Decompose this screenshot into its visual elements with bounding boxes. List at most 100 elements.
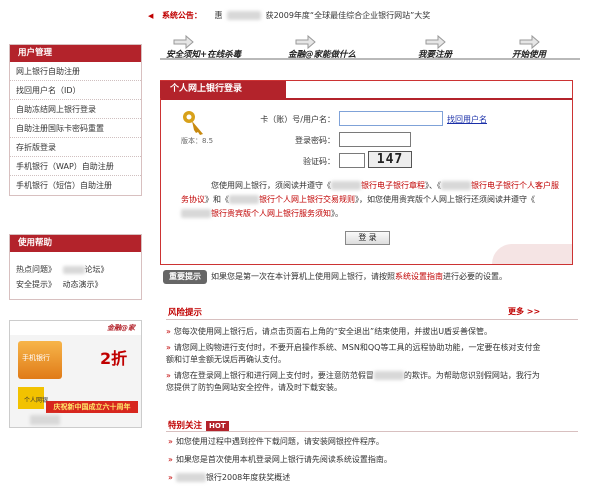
login-panel: 个人网上银行登录 版本：8.5 卡（账）号/用户名： 找回用户名 登录密码： 验… [160, 80, 573, 265]
step-what-can-do-label: 金融@家能做什么 [288, 50, 357, 60]
focus-text: 如您使用过程中遇到控件下载问题，请安装网银控件程序。 [175, 437, 384, 446]
help-row-1: 热点问题》 论坛》 [10, 262, 141, 277]
key-icon [183, 111, 203, 135]
risk-text: 请您网上购物进行支付时，不要开启操作系统、MSN和QQ等工具的远程协助功能，一定… [166, 343, 541, 364]
promo-anniversary-banner: 庆祝新中国成立六十周年 [46, 401, 138, 413]
notice-text-3: 》和《 [205, 195, 229, 204]
promo-banner[interactable]: 金融@家 手机银行 2折 个人网银 庆祝新中国成立六十周年 [9, 320, 142, 428]
important-text-after: 进行必要的设置。 [443, 272, 507, 281]
notice-text-4: 》，如您使用贵宾版个人网上银行还须阅读并遵守《 [355, 195, 535, 204]
card-number-input[interactable] [339, 111, 443, 126]
step-security[interactable]: 安全须知+在线杀毒 [166, 34, 242, 60]
important-prompt: 重要提示 如果您是第一次在本计算机上使用网上银行，请按照系统设置指南进行必要的设置… [163, 270, 583, 286]
password-input[interactable] [339, 132, 411, 147]
captcha-image[interactable]: 147 [368, 151, 412, 168]
setup-guide-link[interactable]: 系统设置指南 [395, 272, 443, 281]
announcement-label: 系统公告： [161, 11, 202, 20]
notice-text-1: 您使用网上银行，须阅读并遵守《 [211, 181, 331, 190]
more-link[interactable]: 更多 >> [508, 306, 540, 317]
login-title-bar [161, 98, 572, 100]
step-arrow-icon [295, 34, 316, 50]
user-management-title: 用户管理 [10, 45, 141, 62]
step-start[interactable]: 开始使用 [512, 34, 547, 60]
notice-link-rules[interactable]: 银行个人网上银行交易规则 [259, 195, 355, 204]
sidebar-item-freeze-login[interactable]: 自助冻结网上银行登录 [10, 100, 141, 119]
blurred-logo [30, 415, 60, 425]
user-management-panel: 用户管理 网上银行自助注册 找回用户名（ID） 自助冻结网上银行登录 自助注册国… [9, 44, 142, 196]
captcha-label: 验证码： [303, 157, 335, 166]
risk-text: 请您在登录网上银行和进行网上支付时，要注意防范假冒 [173, 371, 374, 380]
focus-title-row: 特别关注 HOT [168, 419, 229, 431]
blurred-bank-name [175, 473, 206, 482]
focus-text: 银行2008年度获奖概述 [205, 473, 291, 482]
blurred-bank-name [229, 195, 259, 204]
sidebar-item-wap-register[interactable]: 手机银行（WAP）自助注册 [10, 157, 141, 176]
step-start-label: 开始使用 [512, 50, 547, 60]
promo-discount: 2折 [100, 349, 128, 368]
bullet-icon: » [166, 327, 171, 336]
announcement-prefix: 惠 [214, 11, 223, 20]
blurred-bank-name [62, 265, 85, 274]
risk-item: » 请您在登录网上银行和进行网上支付时，要注意防范假冒 的欺诈。为帮助您识别假网站，… [166, 370, 546, 393]
announcement-bar: ◀ 系统公告： 惠 获2009年度“全球最佳综合企业银行网站”大奖 [148, 8, 508, 24]
blurred-bank-name [181, 209, 211, 218]
notice-text-5: 》。 [331, 209, 343, 218]
focus-item[interactable]: » 如果您是首次使用本机登录网上银行请先阅读系统设置指南。 [168, 454, 392, 465]
steps-bar: 安全须知+在线杀毒 金融@家能做什么 我要注册 开始使用 [160, 34, 580, 70]
notice-link-charter[interactable]: 银行电子银行章程 [361, 181, 425, 190]
risk-item: » 您每次使用网上银行后，请点击页面右上角的“安全退出”结束使用，并拔出U盾妥善保… [166, 326, 546, 338]
card-label: 卡（账）号/用户名： [260, 115, 335, 124]
decorative-swoosh [492, 244, 572, 264]
help-panel: 使用帮助 热点问题》 论坛》 安全提示》 动态演示》 [9, 234, 142, 300]
left-sidebar: 用户管理 网上银行自助注册 找回用户名（ID） 自助冻结网上银行登录 自助注册国… [9, 44, 142, 300]
help-faq-link[interactable]: 热点问题》 [16, 265, 56, 274]
promo-product: 手机银行 [22, 354, 50, 362]
password-label: 登录密码： [295, 136, 335, 145]
focus-title: 特别关注 [168, 421, 203, 431]
help-title: 使用帮助 [10, 235, 141, 252]
focus-item[interactable]: » 银行2008年度获奖概述 [168, 472, 290, 483]
bullet-icon: » [168, 473, 173, 482]
login-title: 个人网上银行登录 [160, 81, 286, 98]
step-register[interactable]: 我要注册 [418, 34, 453, 60]
step-security-label: 安全须知+在线杀毒 [166, 50, 242, 60]
find-username-link[interactable]: 找回用户名 [447, 114, 487, 125]
risk-item: » 请您网上购物进行支付时，不要开启操作系统、MSN和QQ等工具的远程协助功能，一… [166, 342, 546, 365]
focus-divider [166, 431, 578, 432]
login-notice: 您使用网上银行，须阅读并遵守《 银行电子银行章程》、《 银行电子银行个人客户服务协议… [181, 179, 561, 221]
step-arrow-icon [519, 34, 540, 50]
announcement-text[interactable]: 获2009年度“全球最佳综合企业银行网站”大奖 [266, 11, 431, 20]
blurred-bank-name [331, 181, 361, 190]
focus-item[interactable]: » 如您使用过程中遇到控件下载问题，请安装网银控件程序。 [168, 436, 384, 447]
focus-text: 如果您是首次使用本机登录网上银行请先阅读系统设置指南。 [175, 455, 392, 464]
bullet-icon: » [166, 371, 171, 380]
important-tag: 重要提示 [163, 270, 207, 284]
announcement-arrow-icon: ◀ [148, 12, 154, 20]
step-what-can-do[interactable]: 金融@家能做什么 [288, 34, 357, 60]
captcha-input[interactable] [339, 153, 365, 168]
sidebar-item-sms-register[interactable]: 手机银行（短信）自助注册 [10, 176, 141, 195]
blurred-bank-name [441, 181, 471, 190]
help-forum-link[interactable]: 论坛》 [85, 265, 109, 274]
sidebar-item-intl-card-reset[interactable]: 自助注册国际卡密码重置 [10, 119, 141, 138]
help-demo-link[interactable]: 动态演示》 [63, 280, 103, 289]
sidebar-item-find-username[interactable]: 找回用户名（ID） [10, 81, 141, 100]
sidebar-item-self-register[interactable]: 网上银行自助注册 [10, 62, 141, 81]
step-arrow-icon [173, 34, 194, 50]
help-row-2: 安全提示》 动态演示》 [10, 277, 141, 292]
step-register-label: 我要注册 [418, 50, 453, 60]
notice-link-vip[interactable]: 银行贵宾版个人网上银行服务须知 [211, 209, 331, 218]
hot-badge: HOT [206, 420, 229, 431]
risk-divider [166, 319, 578, 320]
risk-title: 风险提示 [168, 308, 203, 318]
blurred-bank-name [373, 371, 404, 380]
notice-text-2: 》、《 [425, 181, 441, 190]
bullet-icon: » [168, 455, 173, 464]
sidebar-item-passbook-login[interactable]: 存折版登录 [10, 138, 141, 157]
bullet-icon: » [166, 343, 171, 352]
bullet-icon: » [168, 437, 173, 446]
blurred-bank-name [227, 11, 262, 20]
login-button[interactable]: 登 录 [345, 231, 390, 245]
important-text: 如果您是第一次在本计算机上使用网上银行，请按照 [211, 272, 395, 281]
help-security-link[interactable]: 安全提示》 [16, 280, 56, 289]
